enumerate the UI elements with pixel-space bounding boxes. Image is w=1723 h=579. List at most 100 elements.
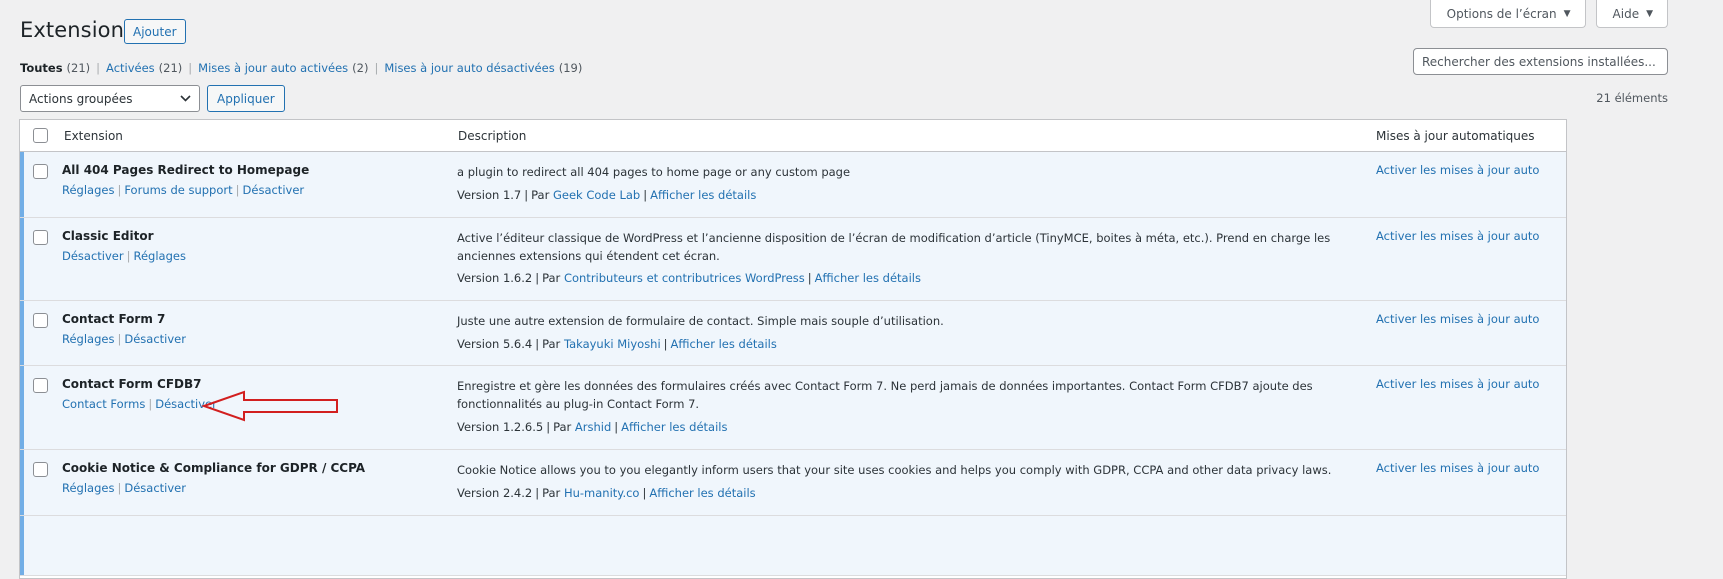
enable-auto-updates-link[interactable]: Activer les mises à jour auto [1376, 312, 1539, 326]
plugin-name: All 404 Pages Redirect to Homepage [62, 163, 310, 177]
filter-all[interactable]: Toutes (21) [20, 61, 90, 75]
deactivate-link[interactable]: Désactiver [62, 249, 124, 263]
plugin-name: Classic Editor [62, 229, 154, 243]
view-details-link[interactable]: Afficher les détails [650, 188, 756, 202]
plugins-table: Extension Description Mises à jour autom… [19, 119, 1567, 579]
column-header-auto-updates: Mises à jour automatiques [1376, 128, 1535, 143]
settings-link[interactable]: Réglages [62, 481, 114, 495]
table-row: Cookie Notice & Compliance for GDPR / CC… [20, 450, 1566, 516]
author-link[interactable]: Arshid [575, 420, 611, 434]
plugin-description: Active l’éditeur classique de WordPress … [457, 231, 1331, 263]
plugin-description: Juste une autre extension de formulaire … [457, 314, 944, 328]
view-details-link[interactable]: Afficher les détails [815, 271, 921, 285]
plugin-meta: Version 1.6.2 | Par Contributeurs et contr… [457, 271, 921, 285]
author-link[interactable]: Hu-manity.co [564, 486, 640, 500]
view-details-link[interactable]: Afficher les détails [671, 337, 777, 351]
plugin-name: Cookie Notice & Compliance for GDPR / CC… [62, 461, 366, 475]
row-actions: Réglages | Désactiver [62, 481, 186, 495]
filter-auto-disabled[interactable]: Mises à jour auto désactivées (19) [384, 61, 582, 75]
filter-all-count: (21) [66, 61, 91, 75]
filter-active-label[interactable]: Activées [106, 61, 155, 75]
filter-auto-disabled-count: (19) [558, 61, 583, 75]
filter-auto-enabled-count: (2) [352, 61, 369, 75]
add-plugin-button[interactable]: Ajouter [124, 19, 186, 44]
separator: | [374, 61, 379, 75]
author-link[interactable]: Takayuki Miyoshi [564, 337, 661, 351]
view-details-link[interactable]: Afficher les détails [621, 420, 727, 434]
author-link[interactable]: Geek Code Lab [553, 188, 640, 202]
row-actions: Réglages | Désactiver [62, 332, 186, 346]
plugin-name: Contact Form 7 [62, 312, 166, 326]
screen-options-button[interactable]: Options de l’écran ▼ [1429, 0, 1586, 28]
filter-auto-disabled-label[interactable]: Mises à jour auto désactivées [384, 61, 554, 75]
table-row: Contact Form 7 Réglages | Désactiver Juste… [20, 301, 1566, 366]
deactivate-link[interactable]: Désactiver [124, 481, 186, 495]
plugin-description: a plugin to redirect all 404 pages to ho… [457, 165, 851, 179]
filter-all-label: Toutes [20, 61, 63, 75]
plugin-description: Enregistre et gère les données des formu… [457, 379, 1313, 411]
enable-auto-updates-link[interactable]: Activer les mises à jour auto [1376, 163, 1539, 177]
chevron-down-icon [180, 92, 191, 105]
table-header: Extension Description Mises à jour autom… [20, 120, 1566, 152]
filter-active[interactable]: Activées (21) [106, 61, 182, 75]
row-actions: Désactiver | Réglages [62, 249, 186, 263]
item-count: 21 éléments [1596, 91, 1668, 105]
search-plugins-input[interactable]: Rechercher des extensions installées... [1413, 48, 1668, 75]
view-details-link[interactable]: Afficher les détails [649, 486, 755, 500]
bulk-actions-value: Actions groupées [29, 91, 133, 106]
plugin-version: Version 2.4.2 [457, 486, 533, 500]
table-row [20, 516, 1566, 576]
support-forums-link[interactable]: Forums de support [124, 183, 232, 197]
by-label: Par [542, 271, 561, 285]
select-all-checkbox[interactable] [33, 128, 48, 143]
screen-meta-links: Options de l’écran ▼ Aide ▼ [1429, 0, 1668, 28]
row-checkbox[interactable] [33, 378, 48, 393]
author-link[interactable]: Contributeurs et contributrices WordPres… [564, 271, 805, 285]
plugin-meta: Version 2.4.2 | Par Hu-manity.co | Afficher … [457, 486, 756, 500]
deactivate-link[interactable]: Désactiver [124, 332, 186, 346]
plugin-meta: Version 1.2.6.5 | Par Arshid | Afficher les … [457, 420, 728, 434]
table-row: Classic Editor Désactiver | Réglages Activ… [20, 218, 1566, 301]
enable-auto-updates-link[interactable]: Activer les mises à jour auto [1376, 229, 1539, 243]
column-header-extension: Extension [64, 128, 123, 143]
plugin-meta: Version 1.7 | Par Geek Code Lab | Afficher l… [457, 188, 757, 202]
annotation-arrow-icon [200, 390, 338, 422]
plugin-version: Version 1.7 [457, 188, 522, 202]
separator: | [96, 61, 101, 75]
plugin-version: Version 1.6.2 [457, 271, 533, 285]
settings-link[interactable]: Réglages [133, 249, 185, 263]
plugin-version: Version 5.6.4 [457, 337, 533, 351]
contact-forms-link[interactable]: Contact Forms [62, 397, 145, 411]
row-checkbox[interactable] [33, 313, 48, 328]
settings-link[interactable]: Réglages [62, 332, 114, 346]
plugin-name: Contact Form CFDB7 [62, 377, 202, 391]
row-checkbox[interactable] [33, 164, 48, 179]
page-title: Extensions [20, 18, 136, 42]
column-header-description: Description [458, 128, 527, 143]
filter-auto-enabled-label[interactable]: Mises à jour auto activées [198, 61, 348, 75]
deactivate-link[interactable]: Désactiver [243, 183, 305, 197]
bulk-actions-select[interactable]: Actions groupées [20, 85, 200, 112]
filter-active-count: (21) [158, 61, 183, 75]
enable-auto-updates-link[interactable]: Activer les mises à jour auto [1376, 377, 1539, 391]
filter-auto-enabled[interactable]: Mises à jour auto activées (2) [198, 61, 368, 75]
screen-options-label: Options de l’écran [1446, 6, 1557, 21]
plugin-description: Cookie Notice allows you to you elegantl… [457, 463, 1332, 477]
caret-down-icon: ▼ [1563, 8, 1571, 19]
row-checkbox[interactable] [33, 462, 48, 477]
plugin-version: Version 1.2.6.5 [457, 420, 544, 434]
row-actions: Contact Forms | Désactiver [62, 397, 217, 411]
caret-down-icon: ▼ [1646, 8, 1653, 19]
apply-bulk-button[interactable]: Appliquer [207, 85, 285, 112]
row-checkbox[interactable] [33, 230, 48, 245]
by-label: Par [542, 337, 561, 351]
by-label: Par [542, 486, 561, 500]
enable-auto-updates-link[interactable]: Activer les mises à jour auto [1376, 461, 1539, 475]
plugin-meta: Version 5.6.4 | Par Takayuki Miyoshi | Affic… [457, 337, 777, 351]
table-row: All 404 Pages Redirect to Homepage Régla… [20, 152, 1566, 218]
help-button[interactable]: Aide ▼ [1595, 0, 1668, 28]
settings-link[interactable]: Réglages [62, 183, 114, 197]
row-actions: Réglages | Forums de support | Désactiver [62, 183, 305, 197]
help-label: Aide [1612, 6, 1640, 21]
by-label: Par [531, 188, 550, 202]
